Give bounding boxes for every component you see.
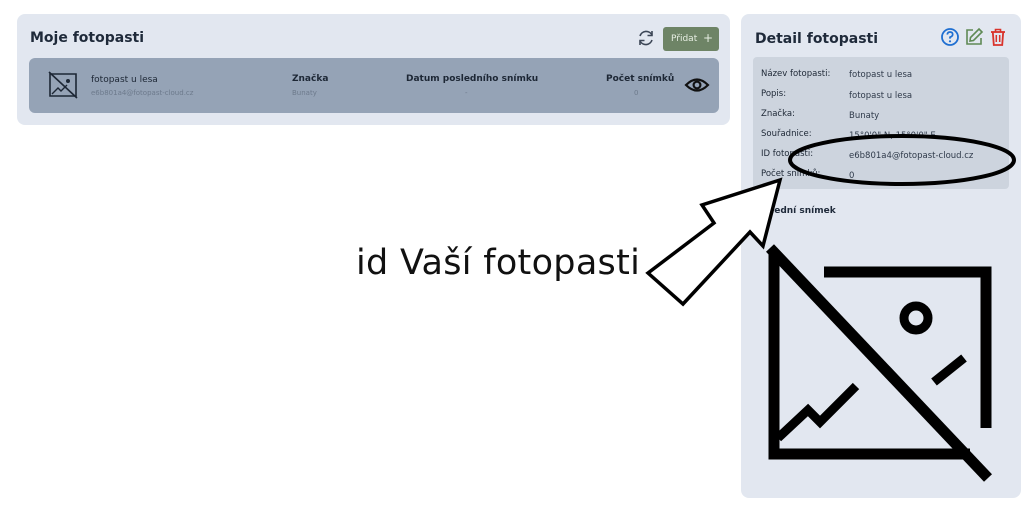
- panel-title: Moje fotopasti: [30, 30, 145, 46]
- last-photo-value: -: [465, 89, 468, 97]
- image-placeholder-icon: [47, 70, 79, 100]
- field-value-id: e6b801a4@fotopast-cloud.cz: [849, 151, 974, 161]
- count-value: 0: [634, 89, 639, 97]
- traps-panel: Moje fotopasti Přidat + fotopast u lesa …: [17, 14, 730, 125]
- plus-icon: +: [702, 31, 713, 45]
- field-value-brand: Bunaty: [849, 111, 880, 121]
- field-value-coordinates: 15°0'0" N, 15°0'0" E: [849, 131, 936, 141]
- last-photo-title: Poslední snímek: [753, 206, 836, 216]
- field-label-id: ID fotopasti:: [761, 149, 814, 159]
- field-value-count: 0: [849, 171, 855, 181]
- detail-title: Detail fotopasti: [755, 31, 879, 47]
- field-label-count: Počet snímků:: [761, 169, 821, 179]
- field-value-description: fotopast u lesa: [849, 91, 913, 101]
- edit-icon[interactable]: [964, 27, 984, 47]
- help-icon[interactable]: [940, 27, 960, 47]
- brand-header: Značka: [292, 74, 329, 84]
- detail-panel: Detail fotopasti Název fotopasti: fotopa…: [741, 14, 1021, 498]
- page: Moje fotopasti Přidat + fotopast u lesa …: [0, 0, 1021, 508]
- image-placeholder-icon: [764, 242, 994, 484]
- add-button-label: Přidat: [671, 34, 698, 44]
- field-label-name: Název fotopasti:: [761, 69, 831, 79]
- refresh-icon[interactable]: [635, 27, 657, 49]
- trap-row[interactable]: fotopast u lesa e6b801a4@fotopast-cloud.…: [29, 58, 719, 113]
- field-label-coordinates: Souřadnice:: [761, 129, 812, 139]
- field-label-brand: Značka:: [761, 109, 795, 119]
- field-value-name: fotopast u lesa: [849, 70, 913, 80]
- eye-icon[interactable]: [684, 75, 710, 95]
- delete-icon[interactable]: [988, 27, 1008, 47]
- trap-email: e6b801a4@fotopast-cloud.cz: [91, 89, 194, 97]
- last-photo-header: Datum posledního snímku: [406, 74, 539, 84]
- brand-value: Bunaty: [292, 89, 317, 97]
- detail-fields: Název fotopasti: fotopast u lesa Popis: …: [753, 57, 1009, 189]
- annotation-caption: id Vaší fotopasti: [356, 243, 641, 283]
- add-button[interactable]: Přidat +: [663, 27, 719, 51]
- count-header: Počet snímků: [606, 74, 675, 84]
- field-label-description: Popis:: [761, 89, 787, 99]
- trap-name: fotopast u lesa: [91, 75, 158, 85]
